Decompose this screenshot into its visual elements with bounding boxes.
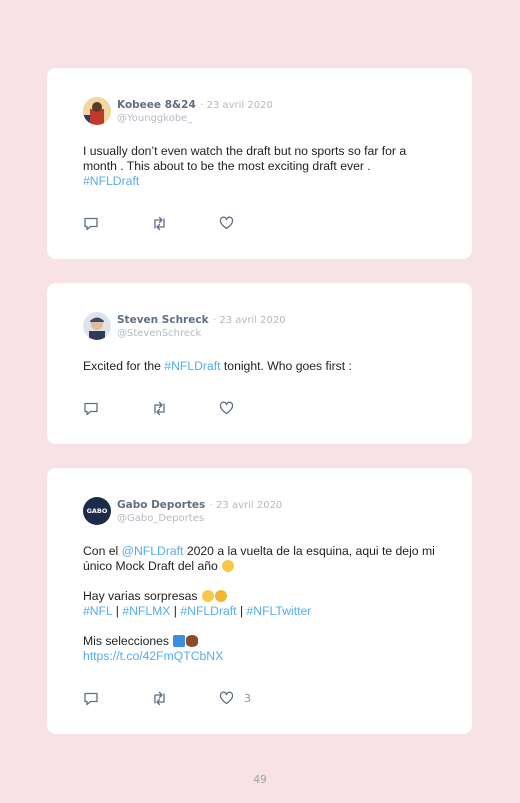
author-handle[interactable]: @Gabo_Deportes xyxy=(117,512,282,525)
grinning-emoji-icon xyxy=(222,560,235,572)
like-count: 3 xyxy=(244,691,251,705)
tweet-text-line: Mis selecciones xyxy=(83,634,170,648)
hashtag-link[interactable]: #NFLMX xyxy=(122,604,170,618)
separator: | xyxy=(173,604,177,618)
retweet-button[interactable] xyxy=(151,400,219,416)
mention-link[interactable]: @NFLDraft xyxy=(122,544,184,558)
retweet-icon xyxy=(154,691,165,705)
tweet-card: Kobeee 8&24 · 23 avril 2020 @Younggkobe_… xyxy=(47,68,472,259)
retweet-button[interactable] xyxy=(151,690,219,706)
retweet-icon xyxy=(154,216,165,230)
tweet-meta: Steven Schreck · 23 avril 2020 @StevenSc… xyxy=(117,311,286,340)
tweet-header: GABO Gabo Deportes · 23 avril 2020 @Gabo… xyxy=(83,496,436,525)
tweet-meta: Kobeee 8&24 · 23 avril 2020 @Younggkobe_ xyxy=(117,96,273,125)
avatar[interactable] xyxy=(83,312,111,340)
reply-icon xyxy=(84,402,98,415)
reply-button[interactable] xyxy=(83,690,151,706)
like-button[interactable] xyxy=(219,400,234,416)
tweet-text: I usually don’t even watch the draft but… xyxy=(83,144,436,189)
tweet-text: Con el @NFLDraft 2020 a la vuelta de la … xyxy=(83,544,436,664)
reply-button[interactable] xyxy=(83,215,151,231)
tweet-text-before: Excited for the xyxy=(83,359,165,373)
hashtag-link[interactable]: #NFL xyxy=(83,604,112,618)
page-number: 49 xyxy=(253,774,267,786)
hashtag-link[interactable]: #NFLTwitter xyxy=(247,604,312,618)
reply-icon xyxy=(84,692,98,705)
author-name[interactable]: Kobeee 8&24 xyxy=(117,99,196,111)
tweet-actions xyxy=(83,215,234,231)
retweet-button[interactable] xyxy=(151,215,219,231)
separator: | xyxy=(115,604,119,618)
avatar-logo-text: GABO xyxy=(86,507,108,515)
tweet-actions xyxy=(83,400,234,416)
like-icon xyxy=(219,691,234,705)
separator: | xyxy=(239,604,244,618)
tweet-text-line: Hay varias sorpresas xyxy=(83,589,198,603)
tweet-text-after: tonight. Who goes first : xyxy=(220,359,352,373)
tweet-date[interactable]: · 23 avril 2020 xyxy=(210,500,283,511)
hashtag-link[interactable]: #NFLDraft xyxy=(83,174,139,188)
url-link[interactable]: https://t.co/42FmQTCbNX xyxy=(83,649,223,663)
hashtag-link[interactable]: #NFLDraft xyxy=(180,604,236,618)
retweet-icon xyxy=(154,401,165,415)
tweet-card: GABO Gabo Deportes · 23 avril 2020 @Gabo… xyxy=(47,468,472,734)
reply-icon xyxy=(84,217,98,230)
hashtag-link[interactable]: #NFLDraft xyxy=(164,359,220,373)
author-name[interactable]: Gabo Deportes xyxy=(117,499,205,511)
tweet-text-before: Con el xyxy=(83,544,122,558)
tweet-actions: 3 xyxy=(83,690,251,706)
surprised-emoji-icon xyxy=(201,590,214,602)
like-button[interactable]: 3 xyxy=(219,690,251,706)
tweet-paragraph: Con el @NFLDraft 2020 a la vuelta de la … xyxy=(83,544,436,574)
tweet-header: Kobeee 8&24 · 23 avril 2020 @Younggkobe_ xyxy=(83,96,436,125)
like-icon xyxy=(219,216,234,230)
author-handle[interactable]: @StevenSchreck xyxy=(117,327,286,340)
tweet-date[interactable]: · 23 avril 2020 xyxy=(213,315,286,326)
down-arrow-emoji-icon xyxy=(173,635,186,647)
author-handle[interactable]: @Younggkobe_ xyxy=(117,112,273,125)
avatar[interactable]: GABO xyxy=(83,497,111,525)
tweet-card: Steven Schreck · 23 avril 2020 @StevenSc… xyxy=(47,283,472,444)
tweet-paragraph: Mis selecciones https://t.co/42FmQTCbNX xyxy=(83,634,436,664)
like-icon xyxy=(219,401,234,415)
avatar[interactable] xyxy=(83,97,111,125)
tweet-paragraph: Hay varias sorpresas #NFL | #NFLMX | #NF… xyxy=(83,589,436,619)
like-button[interactable] xyxy=(219,215,234,231)
tweet-text: Excited for the #NFLDraft tonight. Who g… xyxy=(83,359,436,374)
author-name[interactable]: Steven Schreck xyxy=(117,314,209,326)
tweet-date[interactable]: · 23 avril 2020 xyxy=(200,100,273,111)
reply-button[interactable] xyxy=(83,400,151,416)
tweet-meta: Gabo Deportes · 23 avril 2020 @Gabo_Depo… xyxy=(117,496,282,525)
football-emoji-icon xyxy=(186,635,199,647)
tweet-text-content: I usually don’t even watch the draft but… xyxy=(83,144,407,173)
thinking-emoji-icon xyxy=(214,590,227,602)
tweet-header: Steven Schreck · 23 avril 2020 @StevenSc… xyxy=(83,311,436,340)
